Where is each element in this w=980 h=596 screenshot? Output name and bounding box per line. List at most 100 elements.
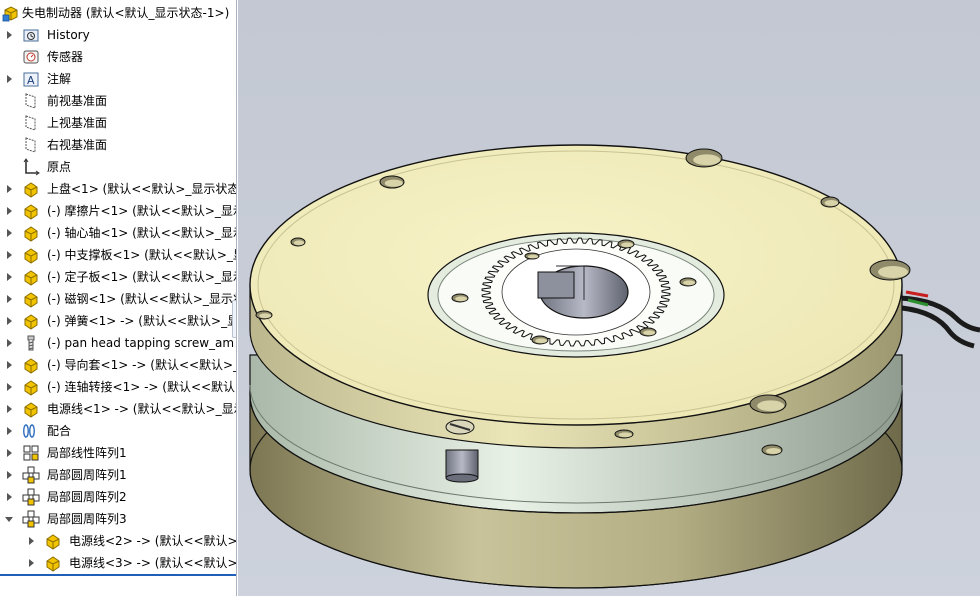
tree-item-label: 局部圆周阵列3 xyxy=(47,512,127,526)
expand-arrow-icon[interactable] xyxy=(4,360,14,370)
tree-item-label: 配合 xyxy=(47,424,72,438)
expand-arrow-icon[interactable] xyxy=(4,426,14,436)
tree-item-label: 原点 xyxy=(47,160,72,174)
tree-item[interactable]: 上视基准面 xyxy=(0,112,236,134)
tree-item-label: (-) 导向套<1> -> (默认<<默认>_显 xyxy=(47,358,237,372)
part-icon xyxy=(24,270,38,286)
tree-item-label: (-) 磁钢<1> (默认<<默认>_显示状 xyxy=(47,292,237,306)
tree-item[interactable]: (-) pan head tapping screw_am xyxy=(0,332,236,354)
plane-icon xyxy=(25,137,36,153)
part-icon xyxy=(24,292,38,308)
origin-icon xyxy=(23,158,40,176)
part-icon xyxy=(24,402,38,418)
tree-item-label: 电源线<3> -> (默认<<默认>_ xyxy=(69,556,237,570)
hub-hole-inner xyxy=(527,254,539,259)
tree-root-item[interactable]: 失电制动器 (默认<默认_显示状态-1>) xyxy=(0,2,236,24)
tree-item[interactable]: (-) 磁钢<1> (默认<<默认>_显示状 xyxy=(0,288,237,310)
tree-item-label: 右视基准面 xyxy=(47,138,108,152)
expand-arrow-icon[interactable] xyxy=(4,272,14,282)
mounting-hole-inner xyxy=(757,400,785,412)
plane-icon xyxy=(25,115,36,131)
expand-arrow-icon[interactable] xyxy=(4,206,14,216)
graphics-viewport[interactable] xyxy=(238,0,980,596)
tree-item[interactable]: 局部圆周阵列1 xyxy=(0,464,236,486)
tree-item-label: (-) 定子板<1> (默认<<默认>_显示 xyxy=(47,270,237,284)
tree-item[interactable]: 局部圆周阵列3 xyxy=(0,508,236,530)
mounting-hole-inner xyxy=(293,240,305,246)
part-icon xyxy=(46,556,60,572)
mounting-hole-inner xyxy=(618,432,633,438)
expand-arrow-icon[interactable] xyxy=(4,404,14,414)
shaft-bore xyxy=(537,265,629,319)
tree-item[interactable]: (-) 定子板<1> (默认<<默认>_显示 xyxy=(0,266,237,288)
tree-item[interactable]: 电源线<1> -> (默认<<默认>_显示 xyxy=(0,398,236,420)
mounting-hole-inner xyxy=(259,313,272,319)
expand-arrow-icon[interactable] xyxy=(4,316,14,326)
expand-arrow-icon[interactable] xyxy=(4,492,14,502)
tree-item[interactable]: (-) 摩擦片<1> (默认<<默认>_显示 xyxy=(0,200,237,222)
expand-arrow-icon[interactable] xyxy=(4,294,14,304)
hub-hole-inner xyxy=(455,296,468,302)
mounting-hole-inner xyxy=(384,179,403,187)
part-icon xyxy=(24,204,38,220)
expand-arrow-icon[interactable] xyxy=(26,558,36,568)
tree-root-label: 失电制动器 (默认<默认_显示状态-1>) xyxy=(22,6,230,20)
mounting-hole-inner xyxy=(766,448,781,454)
tree-item[interactable]: A 注解 xyxy=(0,68,236,90)
tree-item[interactable]: 前视基准面 xyxy=(0,90,236,112)
hub-hole-inner xyxy=(535,338,548,344)
brake-model-view xyxy=(249,144,980,589)
assembly-icon xyxy=(2,6,18,22)
tree-item[interactable]: 电源线<3> -> (默认<<默认>_ xyxy=(0,552,237,574)
expand-arrow-icon[interactable] xyxy=(4,184,14,194)
expand-arrow-icon[interactable] xyxy=(4,228,14,238)
expand-arrow-icon[interactable] xyxy=(4,74,14,84)
tree-item[interactable]: (-) 导向套<1> -> (默认<<默认>_显 xyxy=(0,354,237,376)
tree-item[interactable]: 传感器 xyxy=(0,46,236,68)
tree-item[interactable]: (-) 弹簧<1> -> (默认<<默认>_显 xyxy=(0,310,236,332)
part-icon xyxy=(24,358,38,374)
expand-arrow-icon[interactable] xyxy=(26,536,36,546)
feature-manager-tree: 失电制动器 (默认<默认_显示状态-1>) History 传感器 A 注解前视基准面… xyxy=(0,0,237,596)
tree-flyout-handle[interactable] xyxy=(232,300,236,338)
tree-item[interactable]: 局部圆周阵列2 xyxy=(0,486,236,508)
tree-item[interactable]: History xyxy=(0,24,236,46)
tree-item[interactable]: 上盘<1> (默认<<默认>_显示状态 xyxy=(0,178,237,200)
tree-item-label: 局部圆周阵列1 xyxy=(47,468,127,482)
guide-pin xyxy=(445,449,479,483)
plane-icon xyxy=(25,93,36,109)
tree-selection-line xyxy=(0,574,236,576)
tree-item-label: (-) 轴心轴<1> (默认<<默认>_显示 xyxy=(47,226,237,240)
tree-item[interactable]: 局部线性阵列1 xyxy=(0,442,236,464)
tree-item[interactable]: (-) 轴心轴<1> (默认<<默认>_显示 xyxy=(0,222,237,244)
tree-item[interactable]: 原点 xyxy=(0,156,236,178)
tree-item-label: 局部线性阵列1 xyxy=(47,446,127,460)
expand-arrow-icon[interactable] xyxy=(4,448,14,458)
part-icon xyxy=(24,182,38,198)
tree-item[interactable]: (-) 连轴转接<1> -> (默认<<默认> xyxy=(0,376,236,398)
tree-item[interactable]: (-) 中支撑板<1> (默认<<默认>_显 xyxy=(0,244,237,266)
tree-item[interactable]: 右视基准面 xyxy=(0,134,236,156)
tree-item-label: (-) 摩擦片<1> (默认<<默认>_显示 xyxy=(47,204,237,218)
tree-item-label: (-) 中支撑板<1> (默认<<默认>_显 xyxy=(47,248,237,262)
collapse-arrow-icon[interactable] xyxy=(4,514,14,524)
expand-arrow-icon[interactable] xyxy=(4,382,14,392)
tree-item-label: 前视基准面 xyxy=(47,94,108,108)
mounting-hole-inner xyxy=(824,200,839,206)
tree-item-label: 上盘<1> (默认<<默认>_显示状态 xyxy=(47,182,237,196)
svg-text:A: A xyxy=(27,74,35,87)
tree-item-label: (-) pan head tapping screw_am xyxy=(47,336,235,350)
expand-arrow-icon[interactable] xyxy=(4,30,14,40)
history-folder-icon xyxy=(23,29,39,42)
tree-item-label: 电源线<2> -> (默认<<默认>_ xyxy=(69,534,237,548)
expand-arrow-icon[interactable] xyxy=(4,250,14,260)
hub-hole-inner xyxy=(683,280,696,286)
tree-item[interactable]: 配合 xyxy=(0,420,236,442)
expand-arrow-icon[interactable] xyxy=(4,338,14,348)
part-icon xyxy=(24,248,38,264)
tree-item-label: 局部圆周阵列2 xyxy=(47,490,127,504)
circular-pattern-icon xyxy=(22,510,40,528)
tree-item-label: 注解 xyxy=(47,72,72,86)
tree-item[interactable]: 电源线<2> -> (默认<<默认>_ xyxy=(0,530,237,552)
expand-arrow-icon[interactable] xyxy=(4,470,14,480)
